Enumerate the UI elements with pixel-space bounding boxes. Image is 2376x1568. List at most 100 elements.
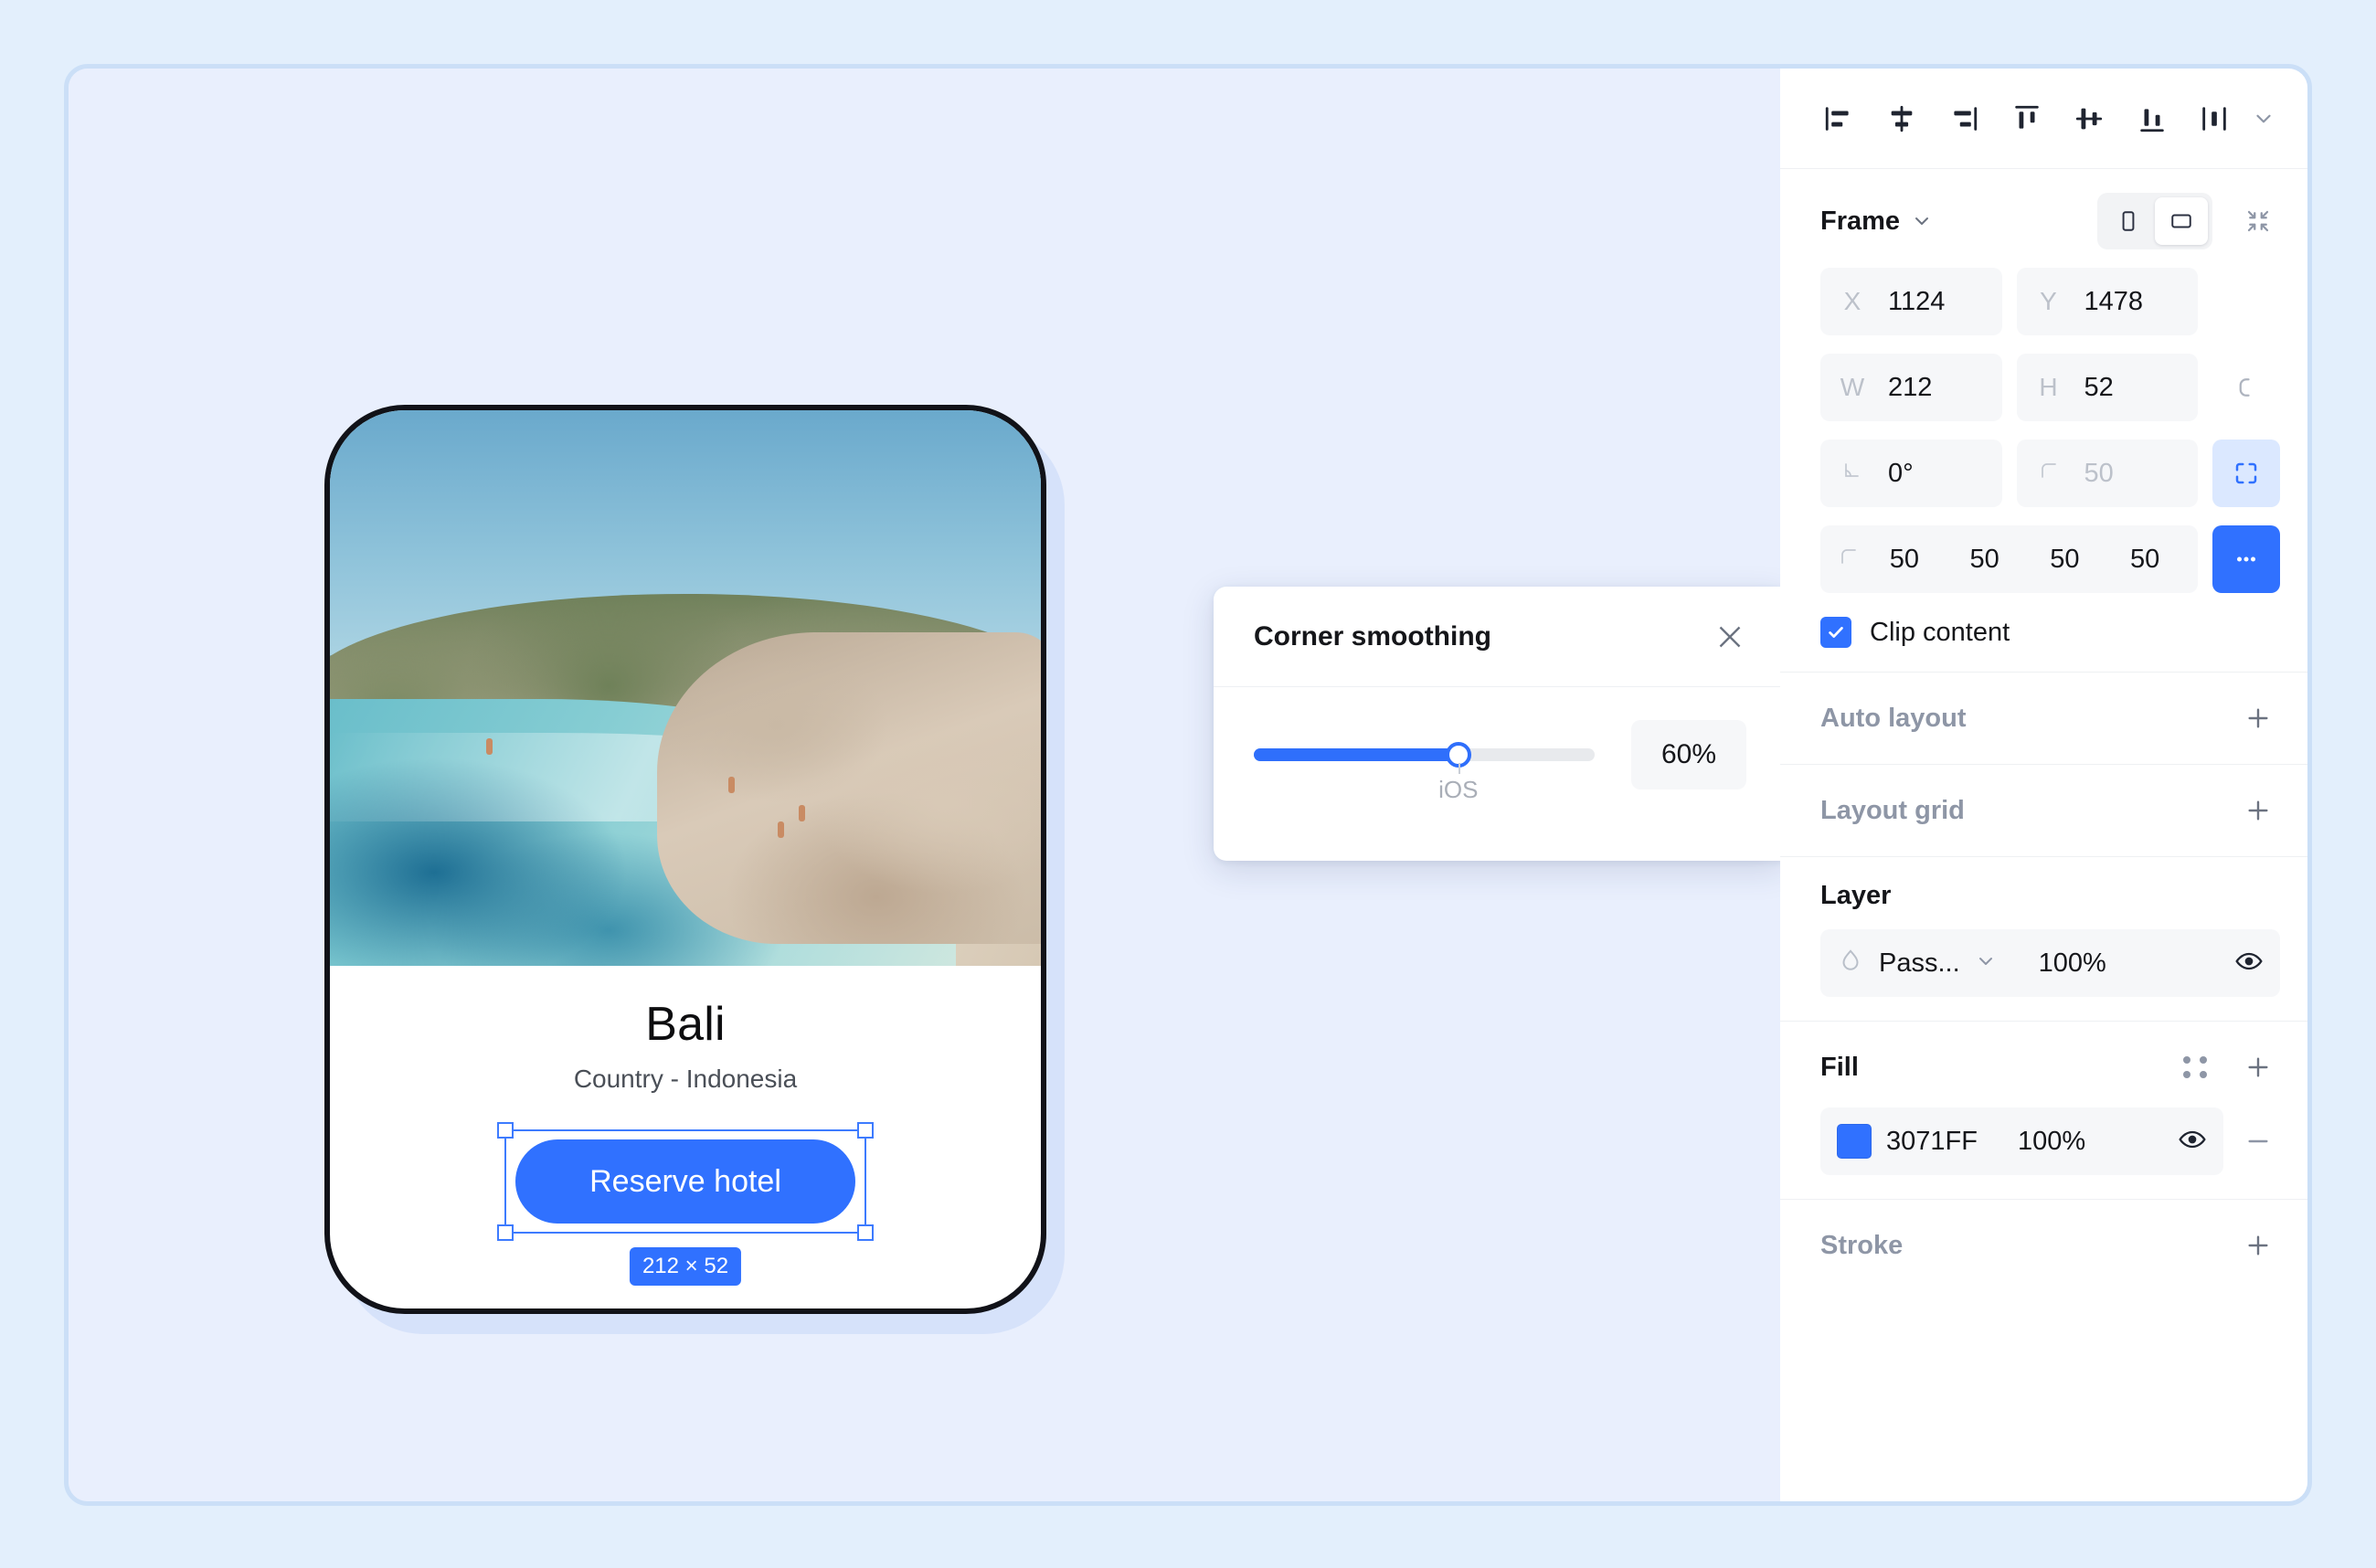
reserve-button-wrapper: Reserve hotel 212 × 52: [497, 1122, 874, 1286]
align-top-icon[interactable]: [1995, 90, 2057, 148]
corner-radius-value: 50: [2084, 458, 2114, 488]
stroke-header: Stroke: [1820, 1224, 2280, 1267]
layer-opacity-value[interactable]: 100%: [2039, 948, 2106, 979]
add-fill-icon[interactable]: [2236, 1045, 2280, 1089]
clip-content-checkbox[interactable]: [1820, 617, 1851, 648]
rotation-field[interactable]: 0°: [1820, 440, 2002, 507]
eye-icon[interactable]: [2178, 1125, 2207, 1159]
distribute-icon[interactable]: [2183, 90, 2245, 148]
frame-title-group[interactable]: Frame: [1820, 207, 1933, 237]
fill-color-swatch[interactable]: [1837, 1124, 1872, 1159]
photo-person: [778, 821, 785, 838]
corner-bottom-right-value[interactable]: 50: [2025, 545, 2106, 575]
photo-person: [799, 804, 806, 821]
eye-icon[interactable]: [2234, 947, 2264, 980]
corner-radius-icon: [1833, 545, 1864, 574]
resize-handle-bottom-left[interactable]: [497, 1224, 514, 1241]
orientation-landscape-icon[interactable]: [2155, 197, 2208, 245]
fill-styles-icon[interactable]: [2174, 1045, 2218, 1089]
clip-content-label: Clip content: [1870, 617, 2010, 647]
width-field[interactable]: W 212: [1820, 354, 2002, 421]
destination-card[interactable]: Bali Country - Indonesia Reserve hotel 2…: [324, 405, 1046, 1314]
fill-header: Fill: [1820, 1045, 2280, 1089]
chevron-down-icon[interactable]: [2245, 90, 2282, 148]
blend-mode-icon: [1837, 948, 1864, 980]
layer-header: Layer: [1820, 881, 2280, 911]
resize-handle-top-right[interactable]: [857, 1122, 874, 1139]
check-icon: [1829, 627, 1843, 638]
corner-smoothing-dialog[interactable]: Corner smoothing iOS 60%: [1214, 587, 1785, 861]
slider-tick-label: iOS: [1438, 776, 1479, 803]
fill-row: 3071FF 100%: [1820, 1107, 2280, 1175]
fill-hex-value[interactable]: 3071FF: [1886, 1127, 1978, 1157]
layer-blend-row[interactable]: Pass... 100%: [1820, 929, 2280, 997]
align-bottom-icon[interactable]: [2120, 90, 2182, 148]
fill-entry[interactable]: 3071FF 100%: [1820, 1107, 2223, 1175]
layer-title: Layer: [1820, 881, 1892, 910]
auto-layout-title: Auto layout: [1820, 703, 1967, 733]
independent-corners-icon[interactable]: [2212, 440, 2280, 507]
height-field[interactable]: H 52: [2016, 354, 2198, 421]
auto-layout-header: Auto layout: [1820, 696, 2280, 740]
orientation-toggle[interactable]: [2097, 193, 2212, 249]
close-icon[interactable]: [1713, 620, 1746, 653]
orientation-portrait-icon[interactable]: [2102, 197, 2155, 245]
corner-top-left-value[interactable]: 50: [1864, 545, 1945, 575]
dialog-header: Corner smoothing: [1214, 587, 1785, 687]
corner-smoothing-value[interactable]: 60%: [1631, 720, 1746, 789]
align-left-icon[interactable]: [1808, 90, 1870, 148]
corner-smoothing-slider[interactable]: iOS: [1254, 742, 1595, 803]
slider-track[interactable]: [1254, 742, 1595, 768]
clip-content-row[interactable]: Clip content: [1820, 617, 2280, 648]
size-row: W 212 H 52: [1820, 354, 2280, 421]
layout-grid-header: Layout grid: [1820, 789, 2280, 832]
layout-grid-title: Layout grid: [1820, 795, 1965, 825]
x-value: 1124: [1888, 286, 1946, 316]
x-field[interactable]: X 1124: [1820, 268, 2002, 335]
align-toolbar: [1780, 69, 2307, 169]
fill-section: Fill 3071FF 100%: [1780, 1022, 2307, 1200]
x-label: X: [1843, 287, 1862, 315]
individual-corner-fields[interactable]: 50 50 50 50: [1820, 525, 2198, 593]
frame-section: Frame X 1124 Y 1478 W 212 H 52 0° 50 50 …: [1780, 169, 2307, 673]
corner-radius-field[interactable]: 50: [2016, 440, 2198, 507]
y-field[interactable]: Y 1478: [2016, 268, 2198, 335]
photo-rocks: [656, 632, 1041, 944]
collapse-icon[interactable]: [2236, 199, 2280, 243]
y-value: 1478: [2084, 286, 2144, 316]
dialog-title: Corner smoothing: [1254, 620, 1491, 652]
h-label: H: [2039, 373, 2058, 401]
corner-bottom-left-value[interactable]: 50: [2105, 545, 2185, 575]
chevron-down-icon[interactable]: [1975, 950, 1997, 977]
more-options-icon[interactable]: [2212, 525, 2280, 593]
corner-radius-icon: [2033, 459, 2064, 488]
align-vertical-center-icon[interactable]: [2058, 90, 2120, 148]
reserve-hotel-button[interactable]: Reserve hotel: [515, 1139, 855, 1224]
lock-aspect-ratio-icon[interactable]: [2212, 354, 2280, 421]
stroke-title: Stroke: [1820, 1230, 1904, 1260]
blend-mode-value[interactable]: Pass...: [1879, 948, 1960, 979]
resize-handle-bottom-right[interactable]: [857, 1224, 874, 1241]
corner-top-right-value[interactable]: 50: [1945, 545, 2025, 575]
slider-tick: [1458, 763, 1460, 774]
position-spacer: [2212, 268, 2280, 335]
photo-person: [727, 777, 735, 794]
align-horizontal-center-icon[interactable]: [1870, 90, 1932, 148]
fill-opacity-value[interactable]: 100%: [2018, 1127, 2085, 1157]
chevron-down-icon[interactable]: [1911, 210, 1933, 232]
w-value: 212: [1888, 372, 1933, 402]
design-canvas[interactable]: Bali Country - Indonesia Reserve hotel 2…: [69, 69, 1785, 1501]
card-photo: [330, 410, 1041, 966]
dialog-body: iOS 60%: [1214, 687, 1785, 803]
position-row: X 1124 Y 1478: [1820, 268, 2280, 335]
frame-header-controls: [2097, 193, 2280, 249]
resize-handle-top-left[interactable]: [497, 1122, 514, 1139]
add-auto-layout-icon[interactable]: [2236, 696, 2280, 740]
add-layout-grid-icon[interactable]: [2236, 789, 2280, 832]
align-right-icon[interactable]: [1933, 90, 1995, 148]
add-stroke-icon[interactable]: [2236, 1224, 2280, 1267]
remove-fill-icon[interactable]: [2236, 1119, 2280, 1163]
y-label: Y: [2040, 287, 2057, 315]
h-value: 52: [2084, 372, 2114, 402]
rotation-value: 0°: [1888, 458, 1914, 488]
